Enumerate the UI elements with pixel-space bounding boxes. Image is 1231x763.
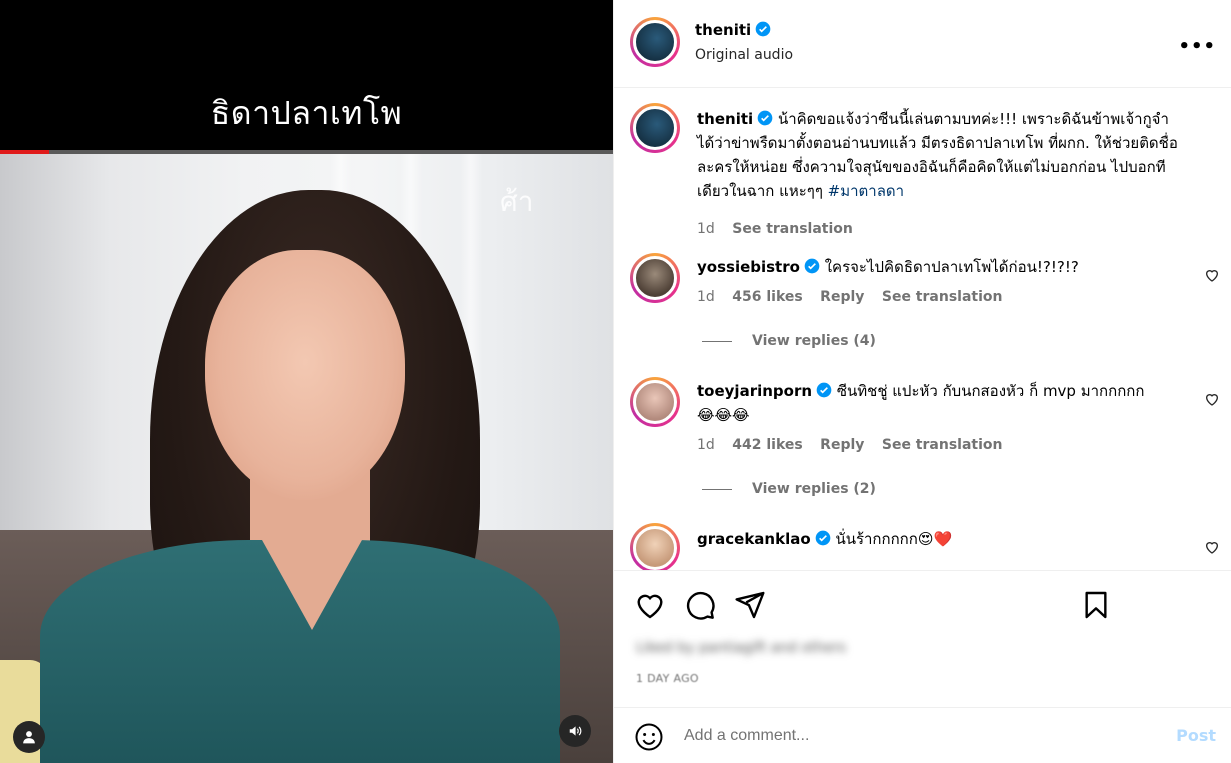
comment-body: gracekanklao นั่นร้ากกกกก😍❤️ (697, 527, 1184, 551)
add-comment-input[interactable] (684, 724, 1154, 748)
caption-meta: 1d See translation (697, 221, 866, 237)
video-watermark-logo: ศ้า (500, 185, 534, 218)
tagged-users-button[interactable] (13, 721, 45, 753)
author-username-text[interactable]: theniti (695, 21, 751, 39)
verified-icon (816, 382, 832, 398)
comment-emoji: 😍❤️ (917, 530, 953, 548)
comment-username[interactable]: gracekanklao (697, 530, 811, 548)
comment-icon[interactable] (684, 589, 716, 621)
verified-icon (755, 21, 771, 37)
comment-likes[interactable]: 456 likes (732, 289, 802, 305)
replies-divider (702, 488, 732, 490)
view-replies-button[interactable]: View replies (2) (702, 481, 876, 497)
post-media[interactable]: ธิดาปลาเทโพ ศ้า (0, 0, 613, 763)
heart-icon[interactable] (634, 589, 666, 621)
replies-divider (702, 340, 732, 342)
comment-emoji: 😂😂😂 (697, 406, 750, 424)
video-vneck (262, 540, 362, 630)
post-caption: theniti น้าคิดขอแจ้งว่าซีนนี้เล่นตามบทค่… (614, 103, 1231, 243)
audio-toggle-button[interactable] (559, 715, 591, 747)
share-icon[interactable] (734, 589, 766, 621)
author-username[interactable]: theniti (695, 21, 771, 39)
heart-icon[interactable] (1204, 539, 1220, 555)
comment-avatar[interactable] (630, 377, 680, 427)
comments-list[interactable]: theniti น้าคิดขอแจ้งว่าซีนนี้เล่นตามบทค่… (614, 89, 1231, 570)
caption-see-translation[interactable]: See translation (732, 221, 853, 237)
media-caption-overlay: ธิดาปลาเทโพ (210, 94, 403, 132)
comment-see-translation[interactable]: See translation (882, 289, 1003, 305)
comment-likes[interactable]: 442 likes (732, 437, 802, 453)
bookmark-icon[interactable] (1080, 589, 1112, 621)
comment-avatar[interactable] (630, 253, 680, 303)
comment-item: toeyjarinporn ซีนทิชชู่ แปะหัว กับนกสองห… (614, 377, 1231, 517)
post-date[interactable]: 1 DAY AGO (636, 672, 699, 685)
verified-icon (804, 258, 820, 274)
comment-time[interactable]: 1d (697, 437, 715, 453)
caption-time[interactable]: 1d (697, 221, 715, 237)
comment-meta: 1d 442 likes Reply See translation (697, 437, 1015, 453)
heart-icon[interactable] (1204, 391, 1220, 407)
add-comment-bar: Post (614, 707, 1231, 763)
comment-username[interactable]: toeyjarinporn (697, 382, 812, 400)
post-actions-bar (614, 570, 1231, 640)
heart-icon[interactable] (1204, 267, 1220, 283)
view-replies-label[interactable]: View replies (4) (752, 333, 876, 349)
author-avatar[interactable] (630, 17, 680, 67)
comment-reply-button[interactable]: Reply (820, 289, 864, 305)
verified-icon (815, 530, 830, 546)
comment-text: ซีนทิชชู่ แปะหัว กับนกสองหัว ก็ mvp มากก… (836, 382, 1145, 400)
comment-username[interactable]: yossiebistro (697, 258, 800, 276)
post-details-panel: theniti Original audio ••• theniti น้าคิ… (613, 0, 1231, 763)
emoji-icon[interactable] (634, 722, 664, 752)
view-replies-label[interactable]: View replies (2) (752, 481, 876, 497)
comment-body: yossiebistro ใครจะไปคิดธิดาปลาเทโพได้ก่อ… (697, 255, 1184, 279)
caption-username[interactable]: theniti (697, 110, 753, 128)
caption-body: theniti น้าคิดขอแจ้งว่าซีนนี้เล่นตามบทค่… (697, 107, 1184, 203)
comment-item: yossiebistro ใครจะไปคิดธิดาปลาเทโพได้ก่อ… (614, 253, 1231, 373)
comment-body: toeyjarinporn ซีนทิชชู่ แปะหัว กับนกสองห… (697, 379, 1184, 427)
comment-text: นั่นร้ากกกกก (835, 530, 918, 548)
comment-avatar[interactable] (630, 523, 680, 570)
comment-item: gracekanklao นั่นร้ากกกกก😍❤️ (614, 523, 1231, 570)
comment-text: ใครจะไปคิดธิดาปลาเทโพได้ก่อน!?!?!? (824, 258, 1079, 276)
comment-meta: 1d 456 likes Reply See translation (697, 289, 1015, 305)
view-replies-button[interactable]: View replies (4) (702, 333, 876, 349)
volume-icon (569, 726, 582, 736)
audio-label[interactable]: Original audio (695, 47, 793, 63)
caption-author-avatar[interactable] (630, 103, 680, 153)
video-face (205, 250, 405, 500)
comment-see-translation[interactable]: See translation (882, 437, 1003, 453)
liked-by-summary[interactable]: Liked by pantiagift and others (636, 640, 846, 656)
post-header: theniti Original audio ••• (614, 0, 1231, 88)
user-icon (23, 731, 35, 744)
comment-reply-button[interactable]: Reply (820, 437, 864, 453)
more-options-icon[interactable]: ••• (1178, 36, 1216, 57)
post-comment-button[interactable]: Post (1176, 726, 1216, 745)
comment-time[interactable]: 1d (697, 289, 715, 305)
caption-hashtag[interactable]: #มาตาลดา (828, 182, 904, 200)
verified-icon (757, 110, 773, 126)
liked-by-text[interactable]: Liked by pantiagift and others (636, 640, 846, 656)
